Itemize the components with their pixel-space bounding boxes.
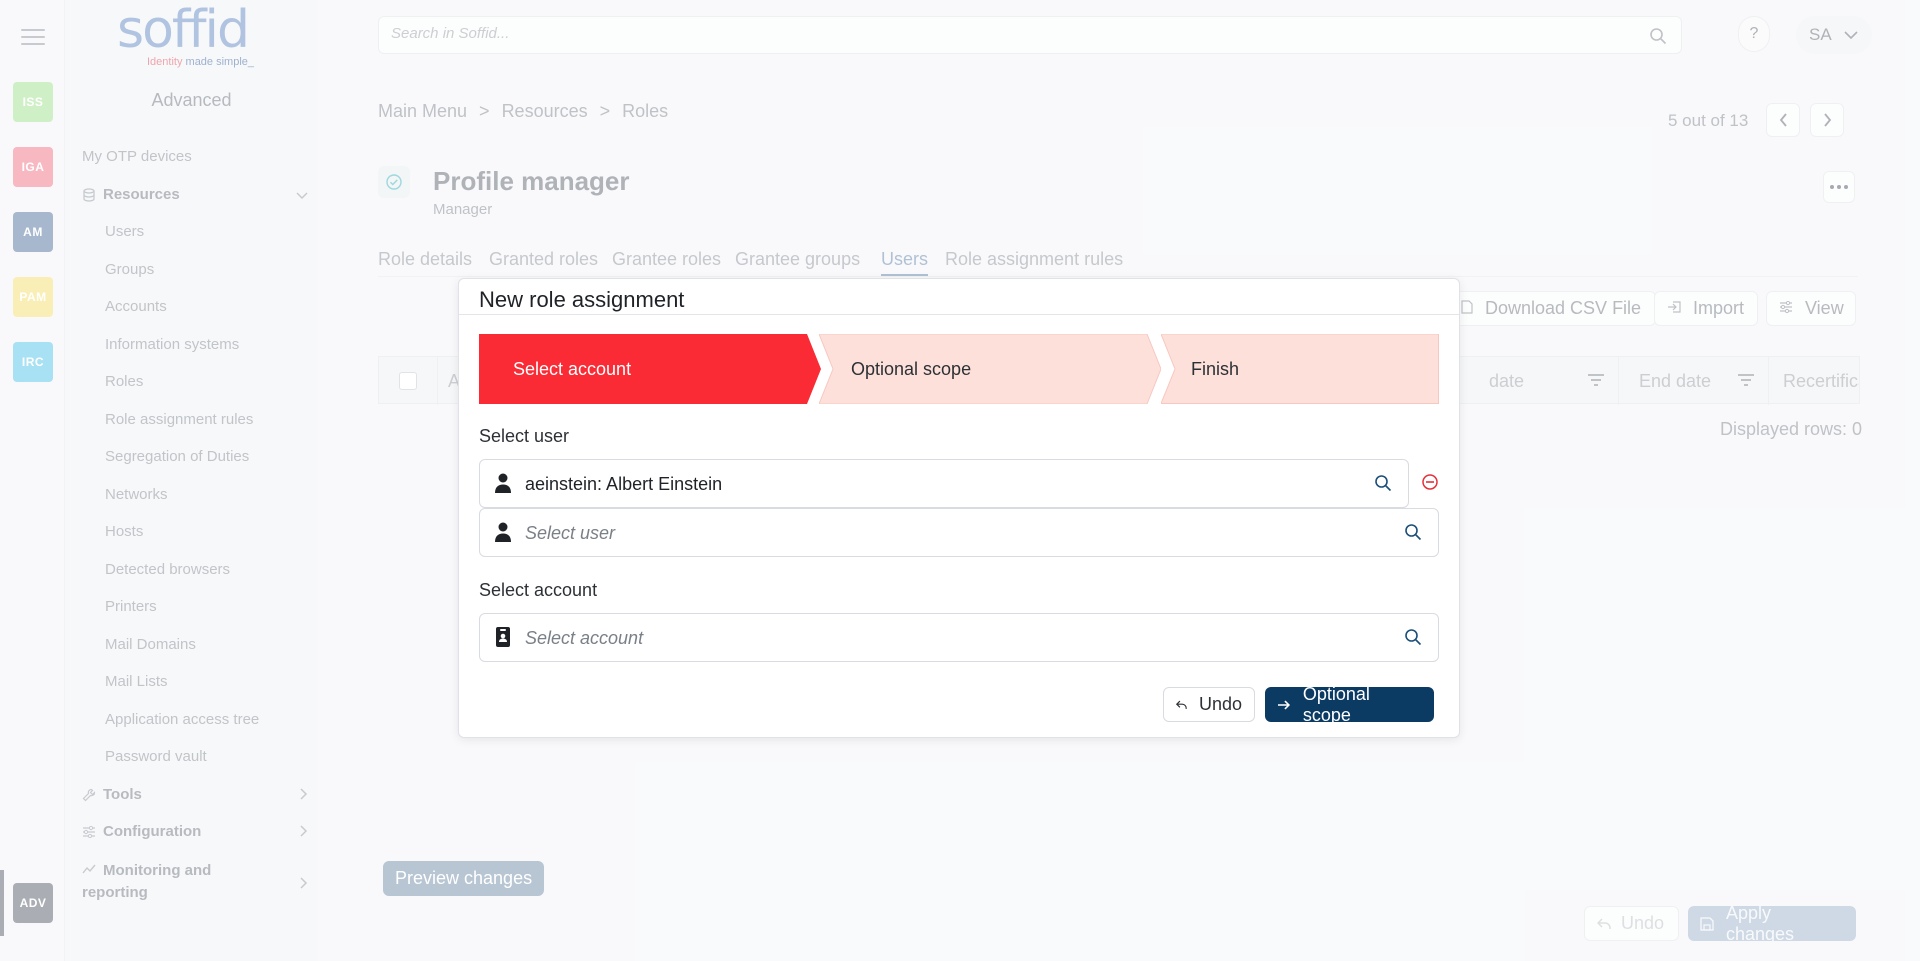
select-user-placeholder: Select user: [525, 523, 616, 543]
select-account-field[interactable]: Select account: [479, 613, 1439, 662]
button-label: Optional scope: [1302, 683, 1370, 725]
optional-scope-next-button[interactable]: Optional scope: [1265, 684, 1434, 725]
search-icon[interactable]: [1374, 474, 1392, 497]
undo-icon: [1176, 700, 1187, 709]
select-account-label: Select account: [479, 580, 598, 600]
select-user-label: Select user: [479, 426, 570, 446]
account-card-icon: [496, 627, 510, 652]
step-optional-scope[interactable]: Optional scope: [819, 334, 1161, 404]
dialog-title: New role assignment: [479, 287, 685, 312]
step-select-account[interactable]: Select account: [479, 334, 821, 404]
user-icon: [495, 473, 511, 498]
button-label: Undo: [1198, 694, 1242, 714]
remove-user-icon[interactable]: [1421, 473, 1439, 496]
select-user-field[interactable]: Select user: [479, 508, 1439, 557]
wizard-steps: Select account Optional scope Finish: [479, 334, 1439, 404]
step-label: Optional scope: [851, 358, 972, 379]
new-role-assignment-dialog: New role assignment Select account Optio…: [458, 278, 1460, 738]
dialog-divider: [459, 314, 1459, 315]
dialog-undo-button[interactable]: Undo: [1163, 687, 1255, 722]
arrow-right-icon: [1277, 699, 1291, 710]
step-label: Finish: [1191, 358, 1240, 379]
step-finish[interactable]: Finish: [1161, 334, 1439, 404]
search-icon[interactable]: [1404, 628, 1422, 651]
step-label: Select account: [513, 358, 632, 379]
selected-user-value: aeinstein: Albert Einstein: [525, 474, 723, 494]
user-icon: [495, 522, 511, 547]
search-icon[interactable]: [1404, 523, 1422, 546]
selected-user-field[interactable]: aeinstein: Albert Einstein: [479, 459, 1409, 508]
select-account-placeholder: Select account: [525, 628, 644, 648]
